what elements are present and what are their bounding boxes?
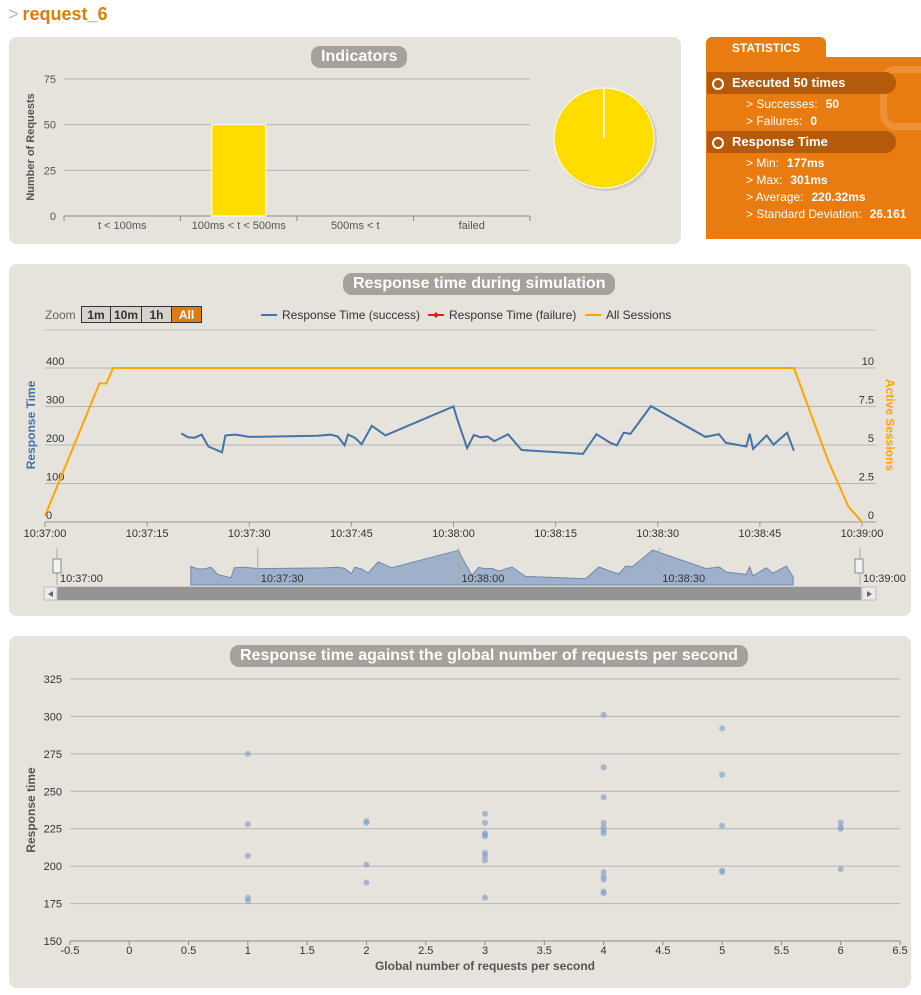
stats-failures: > Failures: 0 [746,114,818,128]
indicators-title: Indicators [311,46,408,68]
page-title: > request_6 [8,4,108,24]
stats-successes: > Successes: 50 [746,97,840,111]
zoom-all-button[interactable]: All [171,306,202,323]
zoom-1m-button[interactable]: 1m [81,306,111,323]
simulation-title: Response time during simulation [343,273,616,295]
stats-max: > Max: 301ms [746,173,828,187]
zoom-label: Zoom [45,308,76,322]
clock-icon [712,137,724,149]
stats-min: > Min: 177ms [746,156,825,170]
scatter-title: Response time against the global number … [230,645,748,667]
stats-tab[interactable]: STATISTICS [706,37,826,59]
stats-std-dev: > Standard Deviation: 26.161 [746,207,907,221]
refresh-icon [712,78,724,90]
stats-response-time-row: Response Time [707,131,896,153]
scatter-panel [9,636,911,988]
indicators-panel [9,37,681,244]
zoom-1h-button[interactable]: 1h [141,306,172,323]
stats-executed-row: Executed 50 times [707,72,896,94]
zoom-10m-button[interactable]: 10m [110,306,142,323]
stats-average: > Average: 220.32ms [746,190,866,204]
